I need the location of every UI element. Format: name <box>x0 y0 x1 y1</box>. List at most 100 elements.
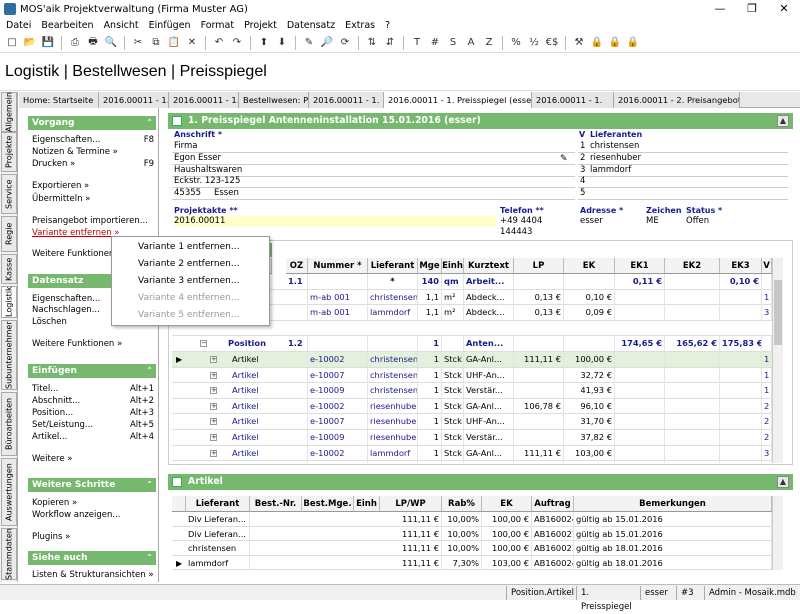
cell-nummer[interactable]: e-10007 <box>308 414 368 430</box>
section-schritte[interactable]: Weitere Schritte ⌃ <box>28 478 156 492</box>
lock-red-icon[interactable]: 🔒 <box>625 35 641 51</box>
s-format-icon[interactable]: S <box>445 35 461 51</box>
table-row[interactable]: + Artikel e-10002 lammdorf 1 Stck GA-Anl... 111… <box>172 445 772 462</box>
cell-einh[interactable]: Stck <box>442 383 464 399</box>
cell-oz[interactable] <box>286 414 308 430</box>
menu-ansicht[interactable]: Ansicht <box>104 20 139 31</box>
cell-kurz[interactable]: UHF-An... <box>464 367 514 383</box>
cell-lp[interactable] <box>514 414 564 430</box>
cell-auf[interactable]: AB160024 <box>532 555 574 570</box>
cell-einh[interactable]: Stck <box>442 461 464 463</box>
menu-link-titel[interactable]: Titel... Alt+1 <box>32 384 154 394</box>
cell-v[interactable] <box>762 274 772 289</box>
artikel-col-rab[interactable]: Rab% <box>442 496 482 512</box>
doc-tab-7[interactable]: 2016.00011 - 1. <box>532 92 614 108</box>
cell-auf[interactable]: AB160024 <box>532 512 574 527</box>
cell-ek[interactable]: 100,00 € <box>482 541 532 556</box>
grid-col-mge[interactable]: Mge <box>418 258 442 274</box>
lock-blue-icon[interactable]: 🔒 <box>589 35 605 51</box>
vtab-stammdaten[interactable]: Stammdaten <box>1 528 17 580</box>
cell-ek[interactable]: 0,10 € <box>564 289 615 305</box>
cell-einh[interactable]: Stck <box>442 398 464 414</box>
cell-lp[interactable] <box>514 367 564 383</box>
cell-ek[interactable]: 103,00 € <box>564 445 615 461</box>
cell-kurz[interactable]: GA-Anl... <box>464 398 514 414</box>
delete-icon[interactable]: ✕ <box>184 35 200 51</box>
cell-nummer[interactable]: e-10002 <box>308 445 368 461</box>
undo-icon[interactable]: ↶ <box>211 35 227 51</box>
cell-kurz[interactable]: UHF-An... <box>464 461 514 463</box>
up-arrow-icon[interactable]: ⬆ <box>256 35 272 51</box>
paste-icon[interactable]: 📋 <box>166 35 182 51</box>
cell-ek2[interactable] <box>665 461 720 463</box>
cell-oz[interactable]: 1.2 <box>286 336 308 352</box>
cell-nummer[interactable] <box>308 274 368 289</box>
cell-v[interactable]: 1 <box>762 352 772 367</box>
cell-lp[interactable]: 111,11 € <box>380 526 442 542</box>
menu-link-workflow-anzeigen[interactable]: Workflow anzeigen... <box>32 510 154 520</box>
cell-auf[interactable]: AB160021 <box>532 541 574 556</box>
cell-lp[interactable] <box>514 383 564 399</box>
cell-nummer[interactable]: e-10002 <box>308 352 368 367</box>
artikel-col-einh[interactable]: Einh <box>354 496 380 512</box>
cell-ek[interactable]: 103,00 € <box>482 555 532 570</box>
cell-mge[interactable]: 1 <box>418 398 442 414</box>
menu-format[interactable]: Format <box>201 20 234 31</box>
vtab-subunternehmer[interactable]: Subunternehmer <box>1 320 17 390</box>
table-row[interactable]: ▶ + Artikel e-10002 christensen 1 Stck GA-Anl..… <box>172 352 772 368</box>
menu-link-position[interactable]: Position... Alt+3 <box>32 408 154 418</box>
cell-v[interactable]: 2 <box>762 430 772 445</box>
vtab-allgemein[interactable]: Allgemein <box>1 92 17 132</box>
artikel-col-best-nr[interactable]: Best.-Nr. <box>250 496 302 512</box>
cell-einh[interactable] <box>442 336 464 352</box>
cell-ek3[interactable] <box>720 430 762 445</box>
close-button[interactable]: ✕ <box>768 0 800 18</box>
vtab-kasse[interactable]: Kasse <box>1 254 17 284</box>
cell-einh[interactable]: Stck <box>442 414 464 430</box>
expand-collapse-icon[interactable]: + <box>210 434 217 441</box>
expand-collapse-icon[interactable]: − <box>200 340 207 348</box>
cell-ek3[interactable] <box>720 398 762 414</box>
edit-icon[interactable]: ✎ <box>301 35 317 51</box>
cell-ek3[interactable] <box>720 352 762 367</box>
grid-col-ek1[interactable]: EK1 <box>615 258 665 274</box>
menu-extras[interactable]: Extras <box>345 20 375 31</box>
cell-mge[interactable]: 1 <box>418 336 442 352</box>
cell-ek1[interactable] <box>615 414 665 430</box>
z-format-icon[interactable]: Z <box>481 35 497 51</box>
vtab-service[interactable]: Service <box>1 174 17 214</box>
menu-[interactable]: ? <box>385 20 390 31</box>
artikel-row[interactable]: ▶ lammdorf 111,11 €7,30% 103,00 € AB160024 gü… <box>172 555 772 570</box>
cell-ek2[interactable] <box>665 367 720 383</box>
cell-ek2[interactable] <box>665 445 720 461</box>
cell-rab[interactable]: 10,00% <box>442 541 482 556</box>
grid-col-kurztext[interactable]: Kurztext <box>464 258 514 274</box>
cell-ek1[interactable] <box>615 289 665 305</box>
cell-nummer[interactable]: e-10002 <box>308 398 368 414</box>
cell-einh[interactable]: m² <box>442 305 464 321</box>
vtab-broarbeiten[interactable]: Büroarbeiten <box>1 392 17 456</box>
cell-ek1[interactable] <box>615 305 665 321</box>
print-preview-icon[interactable]: 🖶 <box>85 35 101 51</box>
cell-nummer[interactable] <box>308 336 368 352</box>
cell-nummer[interactable]: m-ab 001 <box>308 305 368 321</box>
percent-icon[interactable]: % <box>508 35 524 51</box>
cell-lp[interactable]: 111,11 € <box>380 555 442 570</box>
cell-lp[interactable]: 111,11 € <box>380 512 442 527</box>
menu-link-weitere-funktionen[interactable]: Weitere Funktionen » <box>32 339 154 349</box>
menu-link-notizen-termine[interactable]: Notizen & Termine » <box>32 147 154 157</box>
cell-lief[interactable] <box>368 336 418 352</box>
doc-tab-5[interactable]: 2016.00011 - 1. <box>309 92 384 108</box>
grid-col-ek3[interactable]: EK3 <box>720 258 762 274</box>
popup-item-variante-1[interactable]: Variante 1 entfernen... <box>138 242 239 252</box>
cell-ek3[interactable]: 0,10 € <box>720 274 762 289</box>
cell-kurz[interactable]: Anten... <box>464 336 514 352</box>
section-einfuegen[interactable]: Einfügen ⌃ <box>28 364 156 378</box>
table-row[interactable]: + Artikel e-10007 christensen 1 Stck UHF-An...… <box>172 367 772 384</box>
print-icon[interactable]: ⎙ <box>67 35 83 51</box>
cell-oz[interactable] <box>286 367 308 383</box>
cell-einh[interactable]: Stck <box>442 445 464 461</box>
text-format-icon[interactable]: T <box>409 35 425 51</box>
cell-nummer[interactable]: e-10009 <box>308 383 368 399</box>
cell-lp[interactable] <box>514 336 564 352</box>
